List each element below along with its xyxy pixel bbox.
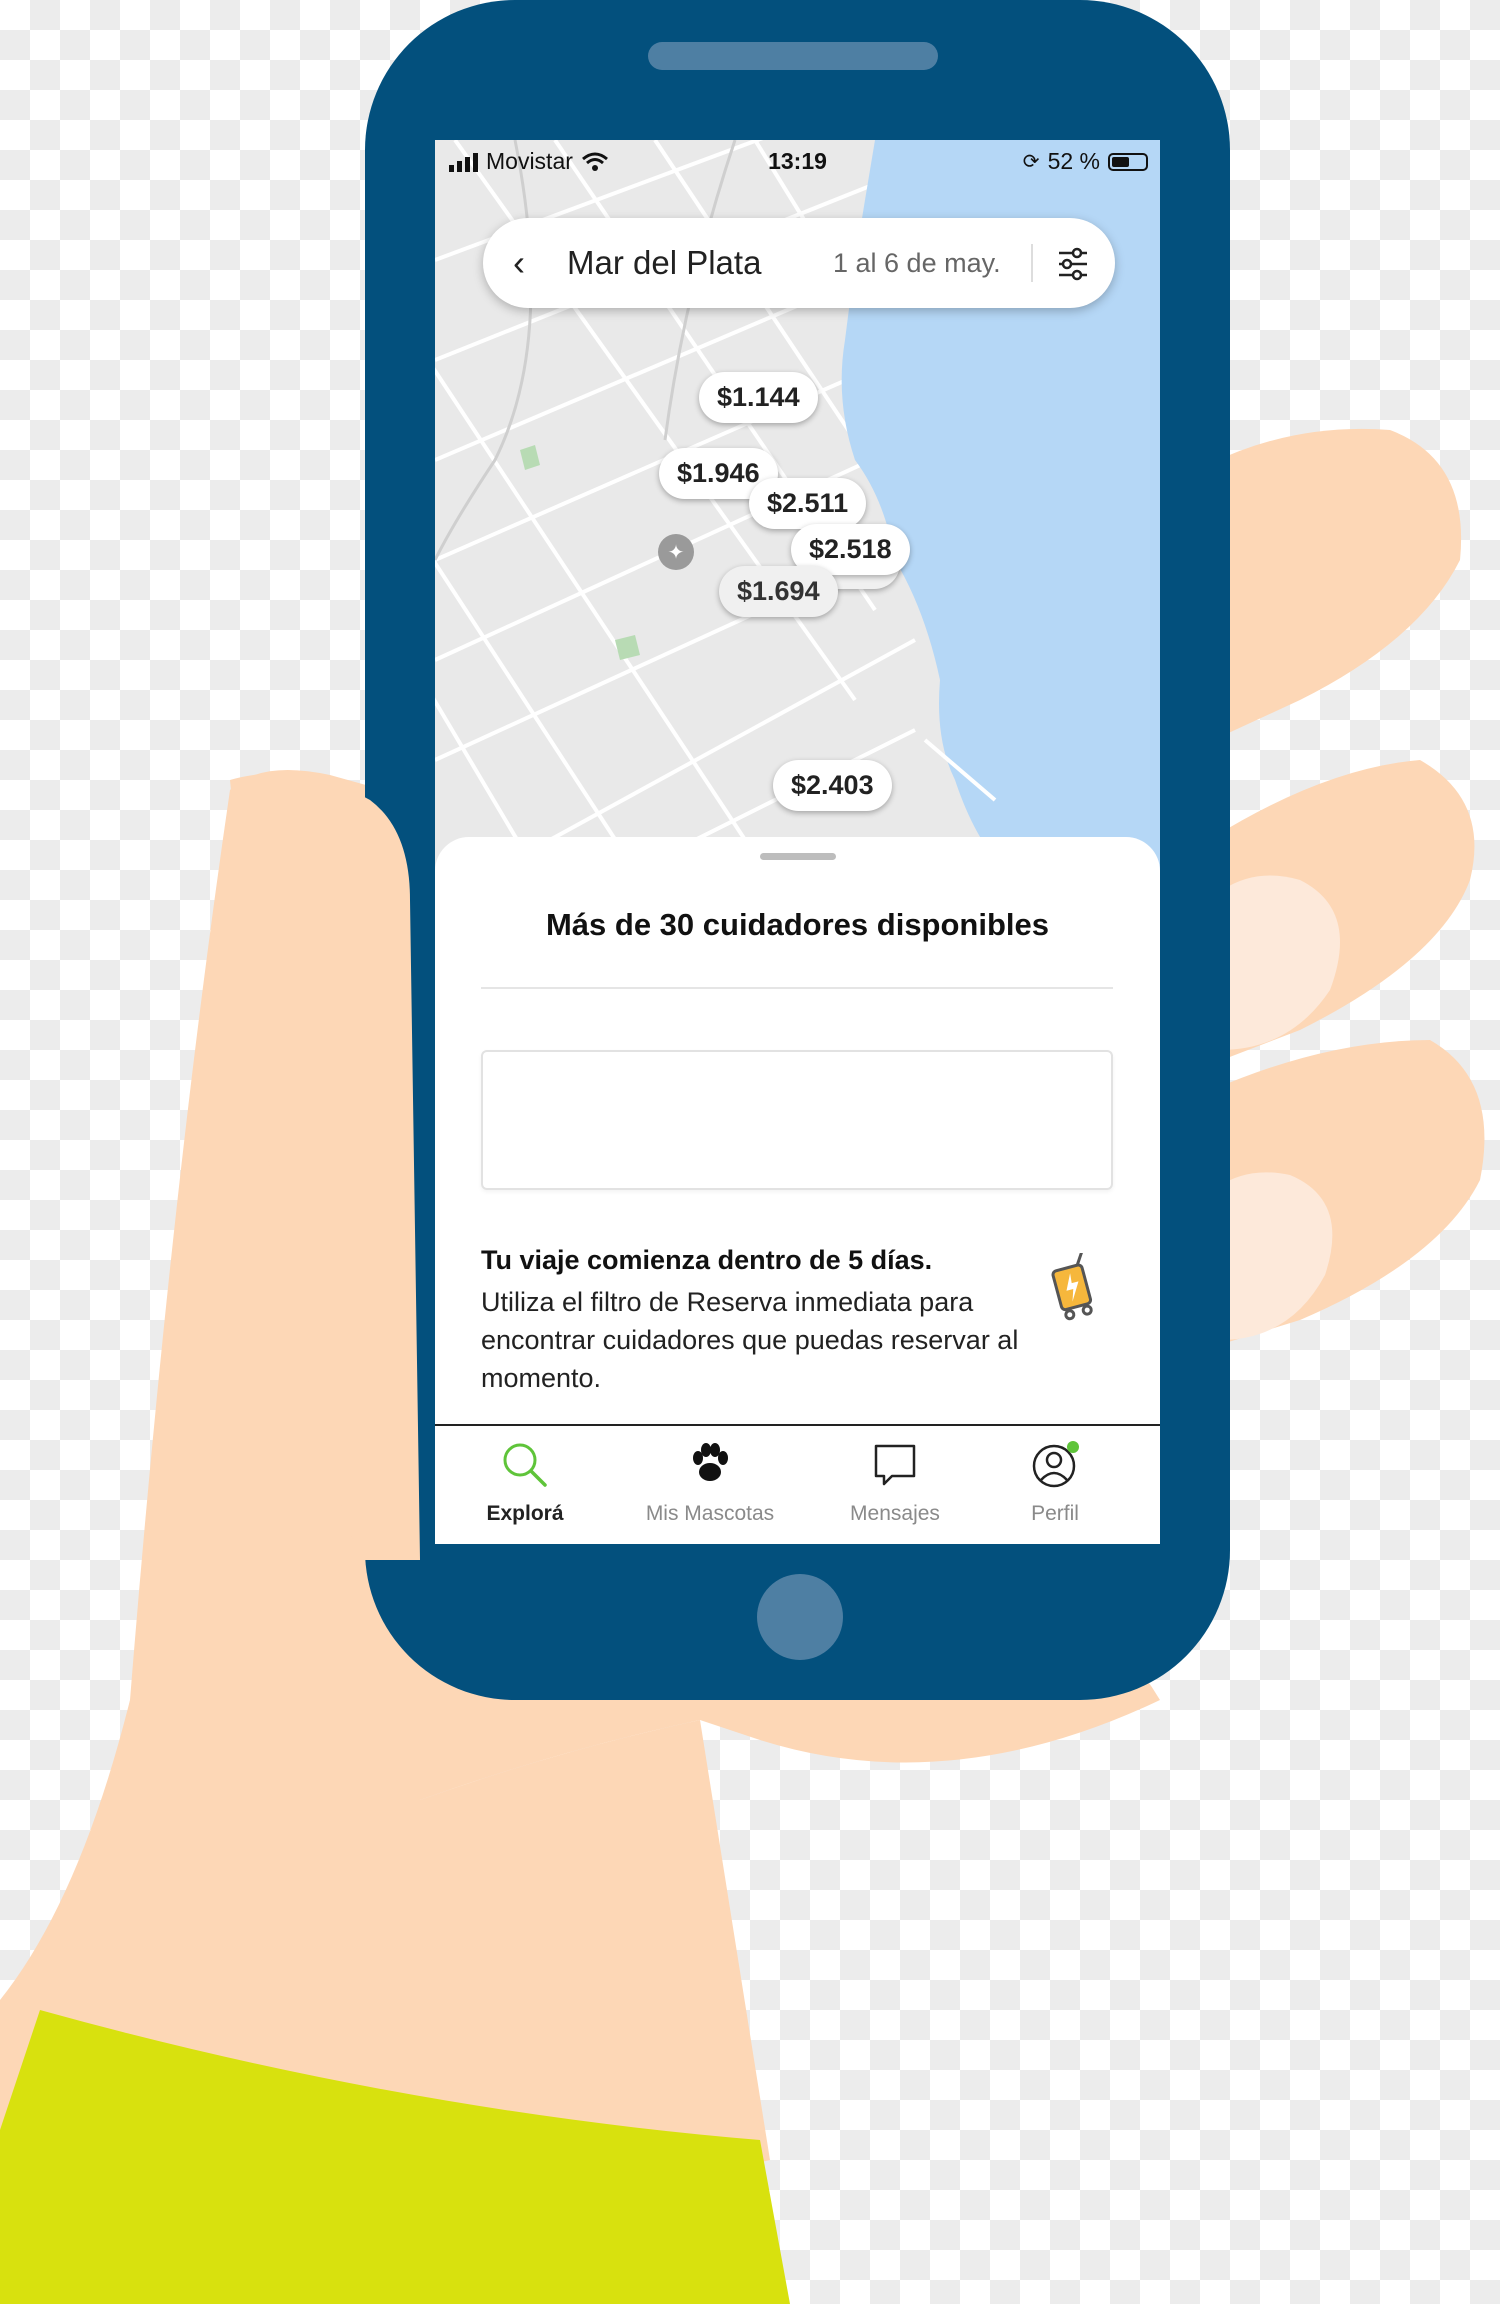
search-dates[interactable]: 1 al 6 de may. <box>833 248 1001 279</box>
sheet-drag-handle[interactable] <box>760 853 836 860</box>
price-pin[interactable]: $2.511 <box>749 478 867 529</box>
home-button <box>757 1574 843 1660</box>
tab-explora[interactable]: Explorá <box>435 1426 615 1544</box>
price-pin[interactable]: $2.403 <box>773 760 892 811</box>
luggage-lightning-icon <box>1051 1253 1093 1321</box>
back-chevron-icon[interactable]: ‹ <box>513 242 525 284</box>
tab-mensajes[interactable]: Mensajes <box>805 1426 985 1544</box>
chat-icon <box>874 1444 916 1486</box>
tab-perfil[interactable]: Perfil <box>965 1426 1145 1544</box>
price-pin[interactable]: $1.694 <box>719 566 838 617</box>
divider <box>481 987 1113 989</box>
results-headline: Más de 30 cuidadores disponibles <box>545 907 1050 942</box>
search-bar[interactable]: ‹ Mar del Plata 1 al 6 de may. <box>483 218 1115 308</box>
trip-notice-title: Tu viaje comienza dentro de 5 días. <box>481 1245 933 1275</box>
tab-label: Explorá <box>486 1502 564 1525</box>
result-card-placeholder[interactable] <box>481 1050 1113 1190</box>
paw-icon <box>693 1443 728 1481</box>
battery-icon <box>1108 152 1148 171</box>
phone-screen: ✦ $1.144 $1.946 289 $2.511 $2.518 $1.694… <box>435 140 1160 1544</box>
status-right: ⟳ 52 % <box>1023 148 1148 175</box>
tab-mis-mascotas[interactable]: Mis Mascotas <box>620 1426 800 1544</box>
tab-label: Mensajes <box>850 1502 940 1525</box>
filter-sliders-icon[interactable] <box>1053 244 1093 284</box>
svg-text:✦: ✦ <box>668 540 685 564</box>
tab-label: Perfil <box>1031 1502 1079 1525</box>
search-icon <box>503 1443 547 1487</box>
profile-icon <box>1032 1441 1079 1488</box>
notification-dot <box>1067 1441 1079 1453</box>
tab-label: Mis Mascotas <box>645 1502 775 1525</box>
status-bar: Movistar 13:19 ⟳ 52 % <box>435 140 1160 184</box>
search-city[interactable]: Mar del Plata <box>567 244 761 282</box>
orientation-lock-icon: ⟳ <box>1022 151 1040 173</box>
search-divider <box>1031 244 1033 282</box>
price-pin[interactable]: $1.144 <box>699 372 818 423</box>
battery-percent: 52 % <box>1047 148 1100 174</box>
bottom-tab-bar: Explorá Mis Mascotas Mensajes Perfil <box>435 1424 1160 1544</box>
trip-notice-body: Utiliza el filtro de Reserva inmediata p… <box>481 1287 1019 1393</box>
speaker-slot <box>648 42 938 70</box>
